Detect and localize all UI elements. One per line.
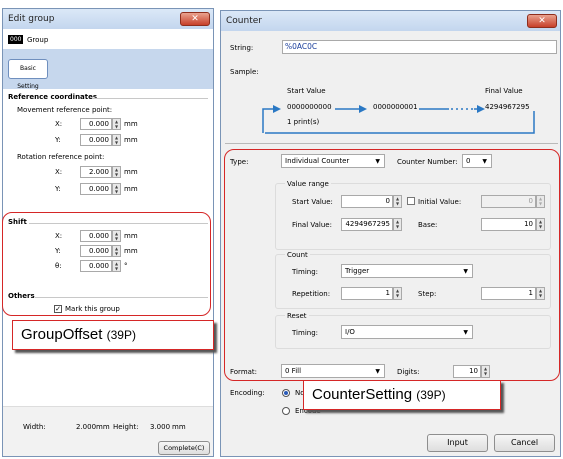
counter-setting-pages: (39P)	[416, 388, 446, 402]
movement-ref-label: Movement reference point:	[17, 106, 113, 114]
input-button[interactable]: Input	[427, 434, 488, 452]
cancel-button[interactable]: Cancel	[494, 434, 555, 452]
group-offset-pages: (39P)	[106, 328, 136, 342]
rotation-ref-label: Rotation reference point:	[17, 153, 105, 161]
sample-label: Sample:	[230, 68, 259, 76]
height-label: Height:	[113, 423, 139, 431]
counter-setting-callout: CounterSetting (39P)	[303, 380, 501, 410]
sample-sequence-arrows	[262, 105, 535, 134]
move-y-label: Y:	[55, 136, 61, 144]
rot-y-label: Y:	[55, 185, 61, 193]
spinner-icon[interactable]: ▲ ▼	[112, 183, 121, 195]
unit-label: mm	[124, 120, 138, 128]
encoding-radio-encode[interactable]	[282, 407, 290, 415]
string-label: String:	[230, 44, 254, 52]
move-x-input[interactable]: 0.000	[80, 118, 112, 130]
radio-dot	[284, 391, 288, 395]
close-icon[interactable]: ✕	[527, 14, 557, 28]
basic-setting-button[interactable]: Basic Setting	[8, 59, 48, 90]
height-value: 3.000	[150, 423, 171, 431]
rot-x-label: X:	[55, 168, 63, 176]
edit-group-title: Edit group	[8, 14, 55, 24]
counter-title: Counter	[226, 16, 262, 26]
close-icon[interactable]: ✕	[180, 12, 210, 26]
width-label: Width:	[23, 423, 46, 431]
height-unit: mm	[172, 423, 186, 431]
complete-button[interactable]: Complete(C)	[158, 441, 210, 455]
divider	[225, 143, 558, 144]
counter-setting-highlight	[224, 149, 560, 381]
width-unit: mm	[96, 423, 110, 431]
unit-label: mm	[124, 185, 138, 193]
rot-y-input[interactable]: 0.000	[80, 183, 112, 195]
group-offset-text: GroupOffset	[21, 326, 103, 343]
group-offset-callout: GroupOffset (39P)	[12, 320, 214, 350]
divider	[93, 98, 208, 99]
counter-setting-text: CounterSetting	[312, 386, 413, 403]
encoding-radio-none[interactable]	[282, 389, 290, 397]
unit-label: mm	[124, 136, 138, 144]
spinner-icon[interactable]: ▲ ▼	[112, 166, 121, 178]
move-x-label: X:	[55, 120, 63, 128]
width-value: 2.000	[76, 423, 97, 431]
spinner-icon[interactable]: ▲ ▼	[112, 118, 121, 130]
spinner-icon[interactable]: ▲ ▼	[112, 134, 121, 146]
unit-label: mm	[124, 168, 138, 176]
move-y-input[interactable]: 0.000	[80, 134, 112, 146]
group-badge: 000	[8, 35, 24, 44]
reference-coordinates-heading: Reference coordinates	[8, 93, 98, 101]
group-offset-highlight	[2, 212, 211, 316]
counter-titlebar: Counter	[221, 11, 560, 31]
string-input[interactable]: %0AC0C	[282, 40, 557, 54]
encoding-label: Encoding:	[230, 389, 265, 397]
group-name: Group	[27, 36, 49, 44]
rot-x-input[interactable]: 2.000	[80, 166, 112, 178]
